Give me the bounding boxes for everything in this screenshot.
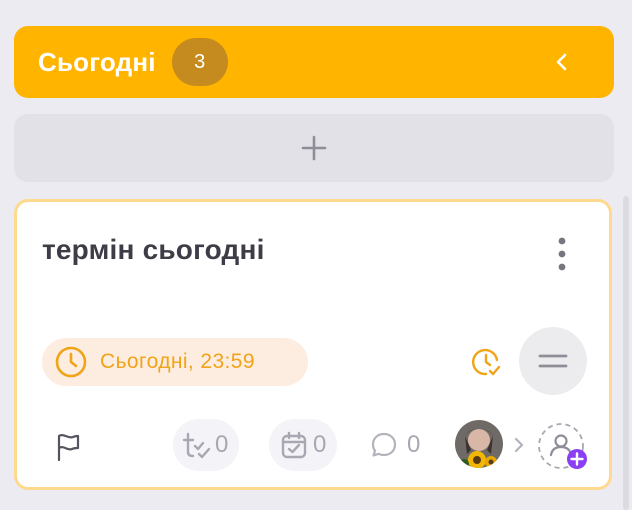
flag-icon	[57, 434, 80, 462]
avatar[interactable]	[455, 420, 503, 468]
clock-icon	[55, 346, 87, 378]
task-count-badge: 3	[171, 38, 228, 86]
plus-icon	[301, 135, 327, 161]
comment-icon	[371, 432, 397, 457]
add-user-icon	[538, 423, 587, 469]
priority-icon	[538, 354, 568, 368]
subtasks-icon	[182, 432, 211, 459]
chevron-left-icon	[556, 53, 567, 71]
calendar-check-icon	[281, 431, 307, 459]
column-header: Сьогодні 3	[14, 26, 614, 98]
task-title: термін сьогодні	[42, 234, 265, 265]
task-menu-button[interactable]	[550, 236, 574, 272]
priority-button[interactable]	[519, 327, 587, 395]
due-date-badge[interactable]: Сьогодні, 23:59	[42, 338, 308, 386]
more-vertical-icon	[558, 237, 566, 271]
checklist-counter[interactable]: 0	[269, 419, 337, 471]
scrollbar[interactable]	[623, 196, 629, 510]
comments-count: 0	[407, 431, 421, 458]
checklist-count: 0	[313, 431, 327, 458]
column-title: Сьогодні	[38, 46, 156, 77]
comments-counter[interactable]: 0	[369, 419, 429, 471]
subtasks-count: 0	[215, 431, 229, 458]
user-photo	[455, 420, 503, 468]
due-date-text: Сьогодні, 23:59	[100, 350, 255, 373]
subtasks-counter[interactable]: 0	[173, 419, 239, 471]
timer-icon	[471, 348, 501, 376]
add-task-button[interactable]	[14, 114, 614, 182]
collapse-column-button[interactable]	[548, 48, 576, 76]
flag-button[interactable]	[51, 430, 85, 464]
add-assignee-button[interactable]	[537, 422, 587, 470]
chevron-right-icon	[511, 434, 527, 456]
time-tracking-button[interactable]	[468, 344, 504, 380]
task-card[interactable]: термін сьогодні Сьогодні, 23:59 0 0 0	[14, 199, 612, 490]
